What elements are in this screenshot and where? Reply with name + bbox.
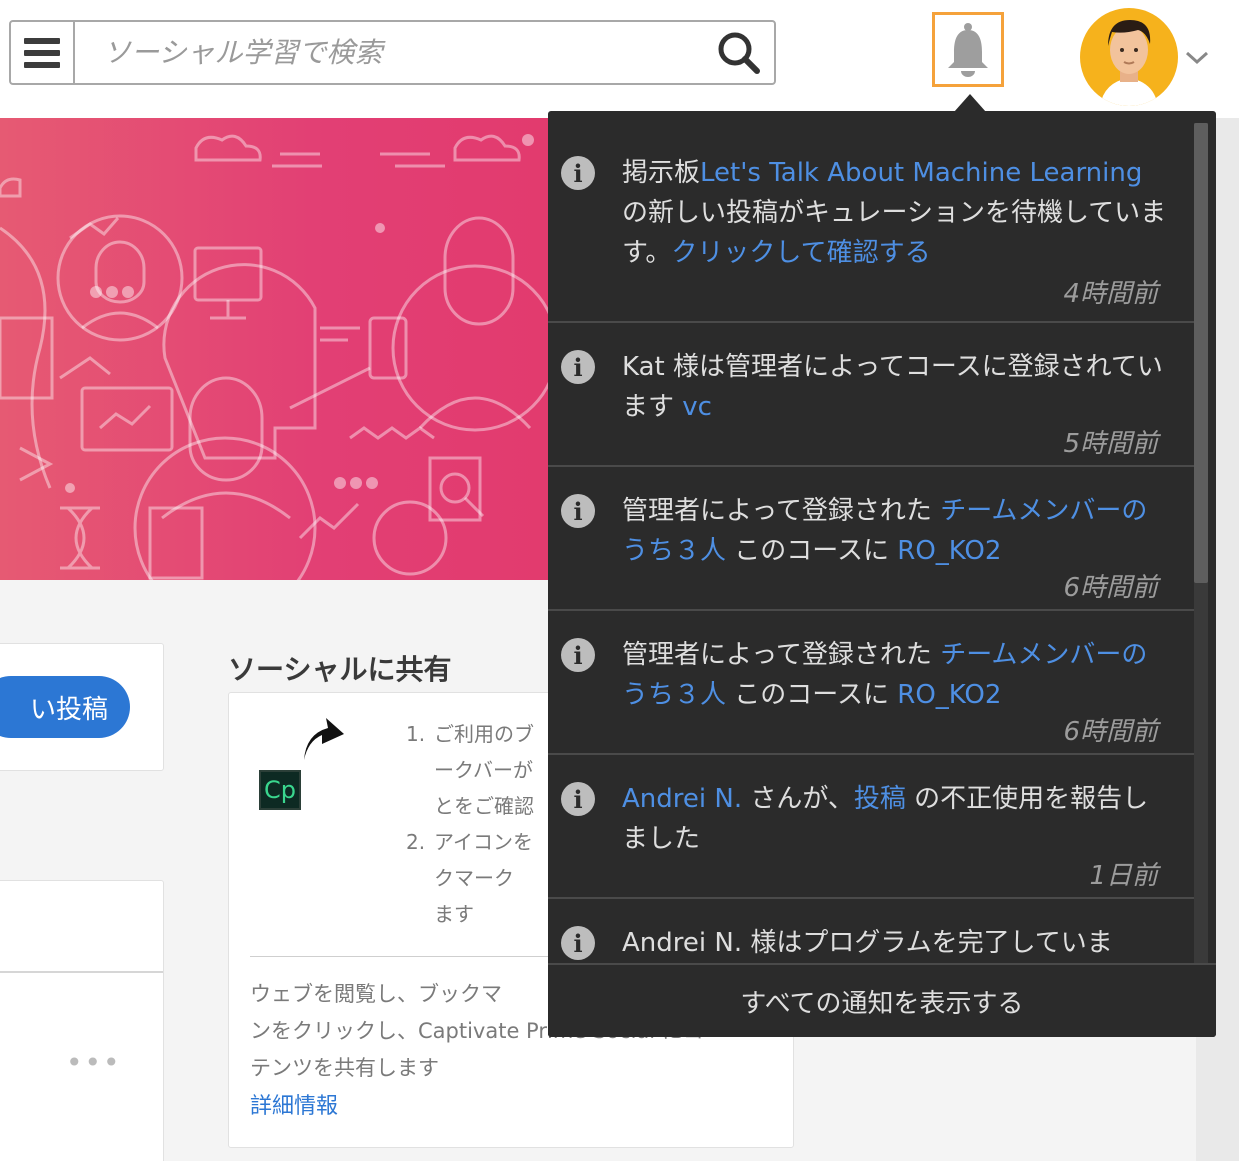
search-bar bbox=[9, 20, 776, 85]
more-options-icon[interactable]: ••• bbox=[66, 1046, 122, 1079]
share-step: 1. ご利用のブ ークバーが とをご確認 bbox=[406, 716, 556, 824]
notifications-panel: i 掲示板Let's Talk About Machine Learningの新し… bbox=[548, 111, 1216, 1037]
notification-text: Andrei N. 様はプログラムを完了していま bbox=[622, 928, 1113, 958]
notification-link[interactable]: vc bbox=[682, 392, 712, 422]
banner-illustration bbox=[0, 134, 559, 580]
notification-item[interactable]: i 管理者によって登録された チームメンバーのうち３人 このコースに RO_KO2… bbox=[548, 611, 1194, 755]
notification-link[interactable]: RO_KO2 bbox=[897, 680, 1001, 710]
notification-text: 管理者によって登録された bbox=[622, 496, 941, 526]
share-step-number: 2. bbox=[406, 830, 426, 854]
avatar[interactable] bbox=[1080, 8, 1178, 106]
notification-time: 5時間前 bbox=[1063, 429, 1158, 459]
notification-time: 1日前 bbox=[1089, 861, 1158, 891]
notification-message: Andrei N. さんが、投稿 の不正使用を報告しました bbox=[622, 779, 1167, 859]
share-step-text: ご利用のブ ークバーが とをご確認 bbox=[434, 722, 534, 818]
notification-message: 管理者によって登録された チームメンバーのうち３人 このコースに RO_KO2 bbox=[622, 491, 1167, 571]
share-divider bbox=[250, 956, 560, 957]
app-root: い投稿 ••• ソーシャルに共有 Cp 1. ご利用のブ ークバーが とをご確認… bbox=[0, 0, 1239, 1161]
notification-link[interactable]: Andrei N. bbox=[622, 784, 742, 814]
share-step-number: 1. bbox=[406, 722, 426, 746]
share-section-title: ソーシャルに共有 bbox=[228, 653, 452, 686]
share-step: 2. アイコンを クマーク ます bbox=[406, 824, 556, 932]
info-icon: i bbox=[561, 156, 595, 190]
chevron-down-icon[interactable] bbox=[1184, 48, 1210, 68]
view-all-notifications-label: すべての通知を表示する bbox=[740, 988, 1024, 1019]
notification-link[interactable]: 投稿 bbox=[854, 784, 906, 814]
notification-message: 掲示板Let's Talk About Machine Learningの新しい… bbox=[622, 153, 1167, 273]
notification-link[interactable]: クリックして確認する bbox=[671, 238, 930, 268]
bell-icon bbox=[948, 22, 988, 77]
info-icon: i bbox=[561, 926, 595, 960]
hamburger-menu-icon bbox=[24, 61, 60, 68]
notification-time: 6時間前 bbox=[1063, 573, 1158, 603]
notification-message: Kat 様は管理者によってコースに登録されています vc bbox=[622, 347, 1167, 427]
notification-item[interactable]: i Andrei N. さんが、投稿 の不正使用を報告しました 1日前 bbox=[548, 755, 1194, 899]
notification-text: このコースに bbox=[726, 680, 898, 710]
info-icon: i bbox=[561, 494, 595, 528]
share-step-text: アイコンを クマーク ます bbox=[434, 830, 533, 926]
hero-banner bbox=[0, 118, 590, 580]
new-post-button-label: い投稿 bbox=[29, 694, 108, 725]
notification-item[interactable]: i 掲示板Let's Talk About Machine Learningの新し… bbox=[548, 111, 1194, 323]
notification-time: 4時間前 bbox=[1063, 279, 1158, 309]
share-arrow-icon bbox=[304, 718, 344, 760]
notification-message: 管理者によって登録された チームメンバーのうち３人 このコースに RO_KO2 bbox=[622, 635, 1167, 715]
notification-text: このコースに bbox=[726, 536, 898, 566]
notification-link[interactable]: RO_KO2 bbox=[897, 536, 1001, 566]
hamburger-menu-icon bbox=[24, 37, 60, 44]
notifications-button[interactable] bbox=[932, 12, 1004, 87]
info-icon: i bbox=[561, 638, 595, 672]
notification-text: 掲示板 bbox=[622, 158, 701, 188]
notification-item[interactable]: i Kat 様は管理者によってコースに登録されています vc 5時間前 bbox=[548, 323, 1194, 467]
captivate-app-icon: Cp bbox=[259, 770, 301, 810]
notifications-scrollbar[interactable] bbox=[1194, 123, 1208, 583]
hamburger-menu-button[interactable] bbox=[11, 22, 75, 83]
feed-card-divider bbox=[0, 971, 163, 973]
search-input[interactable] bbox=[75, 22, 704, 83]
notification-message: Andrei N. 様はプログラムを完了していま bbox=[622, 923, 1167, 963]
notification-text: さんが、 bbox=[742, 784, 854, 814]
new-post-button[interactable]: い投稿 bbox=[0, 676, 130, 738]
info-icon: i bbox=[561, 350, 595, 384]
notification-time: 6時間前 bbox=[1063, 717, 1158, 747]
user-avatar-image bbox=[1100, 20, 1158, 106]
share-steps: 1. ご利用のブ ークバーが とをご確認 2. アイコンを クマーク ます bbox=[406, 716, 556, 932]
more-info-link[interactable]: 詳細情報 bbox=[250, 1088, 338, 1120]
notification-link[interactable]: Let's Talk About Machine Learning bbox=[700, 158, 1142, 188]
notification-item[interactable]: i 管理者によって登録された チームメンバーのうち３人 このコースに RO_KO2… bbox=[548, 467, 1194, 611]
notification-text: 管理者によって登録された bbox=[622, 640, 941, 670]
view-all-notifications-button[interactable]: すべての通知を表示する bbox=[548, 963, 1216, 1037]
info-icon: i bbox=[561, 782, 595, 816]
hamburger-menu-icon bbox=[24, 49, 60, 56]
search-button[interactable] bbox=[704, 22, 774, 83]
feed-card bbox=[0, 880, 164, 1161]
notifications-caret bbox=[954, 94, 986, 112]
search-icon bbox=[718, 32, 760, 74]
